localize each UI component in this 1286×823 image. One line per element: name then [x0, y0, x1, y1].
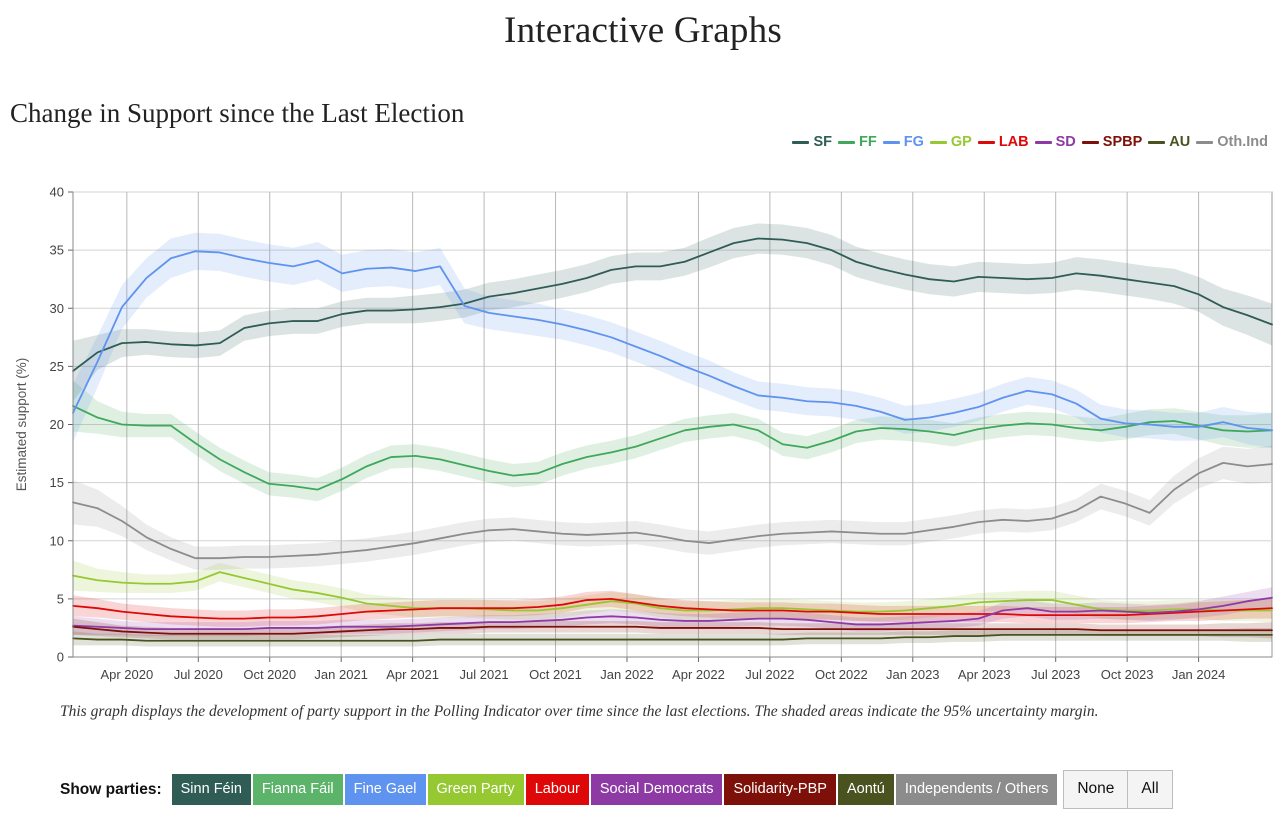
- legend-swatch-icon: [1034, 140, 1052, 144]
- legend-label: Oth.Ind: [1217, 134, 1268, 150]
- legend-swatch-icon: [792, 140, 810, 144]
- support-line-chart: 0 5 10 15 20 25 30 35 40 Apr 2020 Jul 2020 Oct 2020…: [14, 185, 1273, 682]
- select-buttons-group: None All: [1063, 770, 1173, 809]
- legend-swatch-icon: [929, 140, 947, 144]
- x-tick-label: Oct 2021: [529, 667, 582, 682]
- legend-item-sd[interactable]: SD: [1034, 134, 1076, 150]
- x-tick-label: Oct 2022: [815, 667, 868, 682]
- party-toggle-fine-gael[interactable]: Fine Gael: [344, 773, 426, 806]
- y-tick-label: 15: [50, 475, 64, 490]
- legend-label: AU: [1169, 134, 1191, 150]
- x-tick-label: Jan 2021: [314, 667, 368, 682]
- party-toggle-fianna-f-il[interactable]: Fianna Fáil: [252, 773, 343, 806]
- x-tick-label: Apr 2023: [958, 667, 1011, 682]
- party-button-group: Sinn Féin Fianna Fáil Fine Gael Green Party…: [171, 773, 1060, 806]
- x-tick-label: Jul 2021: [460, 667, 509, 682]
- show-parties-label: Show parties:: [60, 780, 162, 798]
- x-tick-label: Jan 2023: [886, 667, 940, 682]
- x-tick-label: Jul 2022: [745, 667, 794, 682]
- legend-swatch-icon: [977, 140, 995, 144]
- select-all-button[interactable]: All: [1128, 770, 1173, 809]
- legend-swatch-icon: [838, 140, 856, 144]
- y-axis-label: Estimated support (%): [14, 358, 29, 492]
- legend-label: LAB: [998, 134, 1029, 150]
- legend-label: FG: [903, 134, 924, 150]
- chart-legend: SF FF FG GP LAB SD SPBP AU Oth.Ind: [786, 134, 1268, 150]
- legend-label: GP: [950, 134, 972, 150]
- y-tick-label: 25: [50, 359, 64, 374]
- page-title: Interactive Graphs: [504, 10, 782, 51]
- party-toggle-solidarity-pbp[interactable]: Solidarity-PBP: [724, 773, 836, 806]
- legend-item-sf[interactable]: SF: [792, 134, 832, 150]
- x-tick-label: Oct 2023: [1101, 667, 1154, 682]
- legend-item-oth-ind[interactable]: Oth.Ind: [1196, 134, 1268, 150]
- legend-swatch-icon: [1196, 140, 1214, 144]
- x-tick-label: Jul 2020: [174, 667, 223, 682]
- legend-label: SF: [813, 134, 833, 150]
- legend-item-gp[interactable]: GP: [929, 134, 972, 150]
- legend-swatch-icon: [1081, 140, 1099, 144]
- legend-label: SD: [1055, 134, 1076, 150]
- legend-item-fg[interactable]: FG: [882, 134, 924, 150]
- legend-swatch-icon: [1148, 140, 1166, 144]
- legend-label: FF: [859, 134, 877, 150]
- y-tick-label: 30: [50, 301, 64, 316]
- legend-item-spbp[interactable]: SPBP: [1081, 134, 1143, 150]
- legend-item-au[interactable]: AU: [1148, 134, 1190, 150]
- x-tick-label: Apr 2021: [386, 667, 439, 682]
- section-title: Change in Support since the Last Electio…: [10, 98, 465, 128]
- legend-item-ff[interactable]: FF: [838, 134, 877, 150]
- party-toggle-independents-others[interactable]: Independents / Others: [895, 773, 1058, 806]
- y-tick-label: 0: [57, 650, 64, 665]
- y-tick-label: 40: [50, 185, 64, 200]
- chart-container: 0 5 10 15 20 25 30 35 40 Apr 2020 Jul 2020 Oct 2020…: [0, 160, 1286, 690]
- y-tick-label: 5: [57, 591, 64, 606]
- x-tick-label: Jan 2024: [1172, 667, 1226, 682]
- party-toggle-labour[interactable]: Labour: [525, 773, 589, 806]
- x-tick-label: Jan 2022: [600, 667, 654, 682]
- select-none-button[interactable]: None: [1063, 770, 1129, 809]
- legend-label: SPBP: [1102, 134, 1143, 150]
- x-tick-label: Oct 2020: [243, 667, 296, 682]
- party-toggle-green-party[interactable]: Green Party: [427, 773, 524, 806]
- party-toggle-social-democrats[interactable]: Social Democrats: [590, 773, 723, 806]
- y-tick-label: 35: [50, 243, 64, 258]
- chart-caption: This graph displays the development of p…: [60, 703, 1099, 720]
- x-tick-label: Apr 2020: [100, 667, 153, 682]
- party-toggle-bar: Show parties: Sinn Féin Fianna Fáil Fine G…: [0, 770, 1286, 809]
- party-toggle-sinn-f-in[interactable]: Sinn Féin: [171, 773, 251, 806]
- y-tick-label: 20: [50, 417, 64, 432]
- party-toggle-aont[interactable]: Aontú: [837, 773, 894, 806]
- legend-item-lab[interactable]: LAB: [977, 134, 1029, 150]
- x-tick-label: Apr 2022: [672, 667, 725, 682]
- y-tick-label: 10: [50, 533, 64, 548]
- x-tick-label: Jul 2023: [1031, 667, 1080, 682]
- legend-swatch-icon: [882, 140, 900, 144]
